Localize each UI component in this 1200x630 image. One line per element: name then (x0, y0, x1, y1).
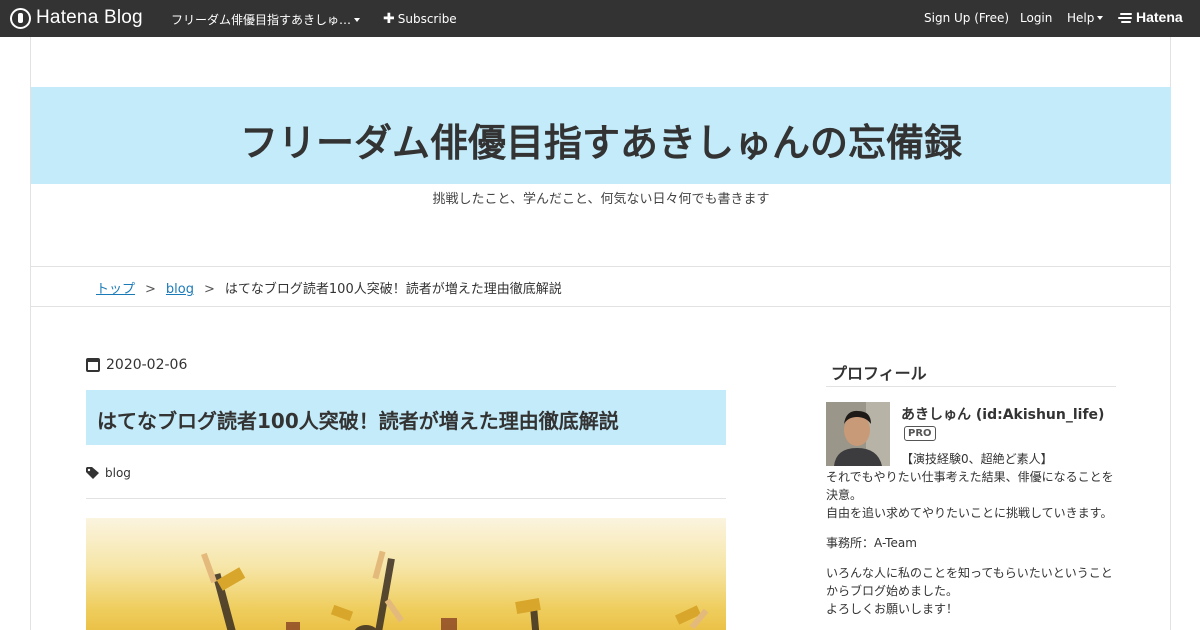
hatena-topbar: Hatena Blog フリーダム俳優目指すあきしゅ… ✚ Subscribe S… (0, 0, 1200, 37)
profile-name[interactable]: あきしゅん (id:Akishun_life) (901, 404, 1104, 424)
pro-badge: PRO (904, 426, 936, 441)
celebration-photo (201, 550, 709, 630)
blog-header: フリーダム俳優目指すあきしゅんの忘備録 (31, 87, 1171, 184)
breadcrumb-separator: > (145, 282, 156, 297)
login-link[interactable]: Login (1020, 11, 1052, 25)
breadcrumb: トップ > blog > はてなブログ読者100人突破！読者が増えた理由徹底解説 (31, 266, 1171, 307)
article-divider (86, 498, 726, 499)
sidebar-divider (826, 386, 1116, 387)
article-eyecatch-image (86, 518, 726, 630)
hatena-logo[interactable]: Hatena (1118, 9, 1183, 25)
blog-selector-label: フリーダム俳優目指すあきしゅ… (171, 13, 352, 27)
hatena-blog-logo[interactable]: Hatena Blog (10, 7, 143, 29)
calendar-icon (86, 358, 100, 372)
breadcrumb-current: はてなブログ読者100人突破！読者が増えた理由徹底解説 (224, 282, 562, 297)
blog-description: 挑戦したこと、学んだこと、何気ない日々何でも書きます (432, 192, 770, 207)
help-label: Help (1067, 11, 1095, 25)
caret-down-icon (354, 17, 361, 22)
profile-message: いろんな人に私のことを知ってもらいたいということからブログ始めました。 (826, 566, 1113, 598)
profile-description: 【演技経験0、超絶ど素人】 それでもやりたい仕事考えた結果、俳優になることを決意… (826, 450, 1121, 630)
article-date[interactable]: 2020-02-06 (86, 357, 187, 373)
tag-icon (86, 467, 99, 479)
caret-down-icon (1097, 15, 1104, 20)
plus-icon: ✚ (383, 11, 395, 27)
breadcrumb-category-link[interactable]: blog (166, 282, 194, 297)
breadcrumb-top-link[interactable]: トップ (96, 282, 135, 297)
profile-regards: よろしくお願いします！ (826, 602, 959, 616)
article-tags: blog (86, 466, 131, 480)
profile-office: 事務所：A-Team (826, 536, 917, 550)
article-date-text: 2020-02-06 (106, 357, 188, 373)
hatena-swish-icon (1118, 10, 1134, 24)
page-container: フリーダム俳優目指すあきしゅんの忘備録 挑戦したこと、学んだこと、何気ない日々何… (30, 37, 1171, 630)
subscribe-label: Subscribe (397, 12, 457, 26)
subscribe-button[interactable]: ✚ Subscribe (383, 11, 457, 27)
breadcrumb-separator: > (204, 282, 215, 297)
brand-name: Hatena Blog (36, 7, 143, 28)
blog-title[interactable]: フリーダム俳優目指すあきしゅんの忘備録 (31, 112, 1171, 167)
article-title-box: はてなブログ読者100人突破！読者が増えた理由徹底解説 (86, 390, 726, 445)
article-title[interactable]: はてなブログ読者100人突破！読者が増えた理由徹底解説 (97, 405, 619, 434)
hatena-blog-pen-icon (10, 7, 31, 29)
profile-intro-line2: それでもやりたい仕事考えた結果、俳優になることを決意。 (826, 470, 1114, 502)
signup-link[interactable]: Sign Up (Free) (924, 11, 1009, 25)
sidebar-profile-title: プロフィール (831, 364, 927, 383)
profile-intro-line1: 【演技経験0、超絶ど素人】 (901, 452, 1053, 466)
blog-selector[interactable]: フリーダム俳優目指すあきしゅ… (171, 11, 361, 28)
hatena-label: Hatena (1136, 9, 1183, 25)
profile-intro-line3: 自由を追い求めてやりたいことに挑戦していきます。 (826, 506, 1113, 520)
help-menu[interactable]: Help (1067, 11, 1104, 25)
tag-blog-link[interactable]: blog (105, 466, 131, 480)
